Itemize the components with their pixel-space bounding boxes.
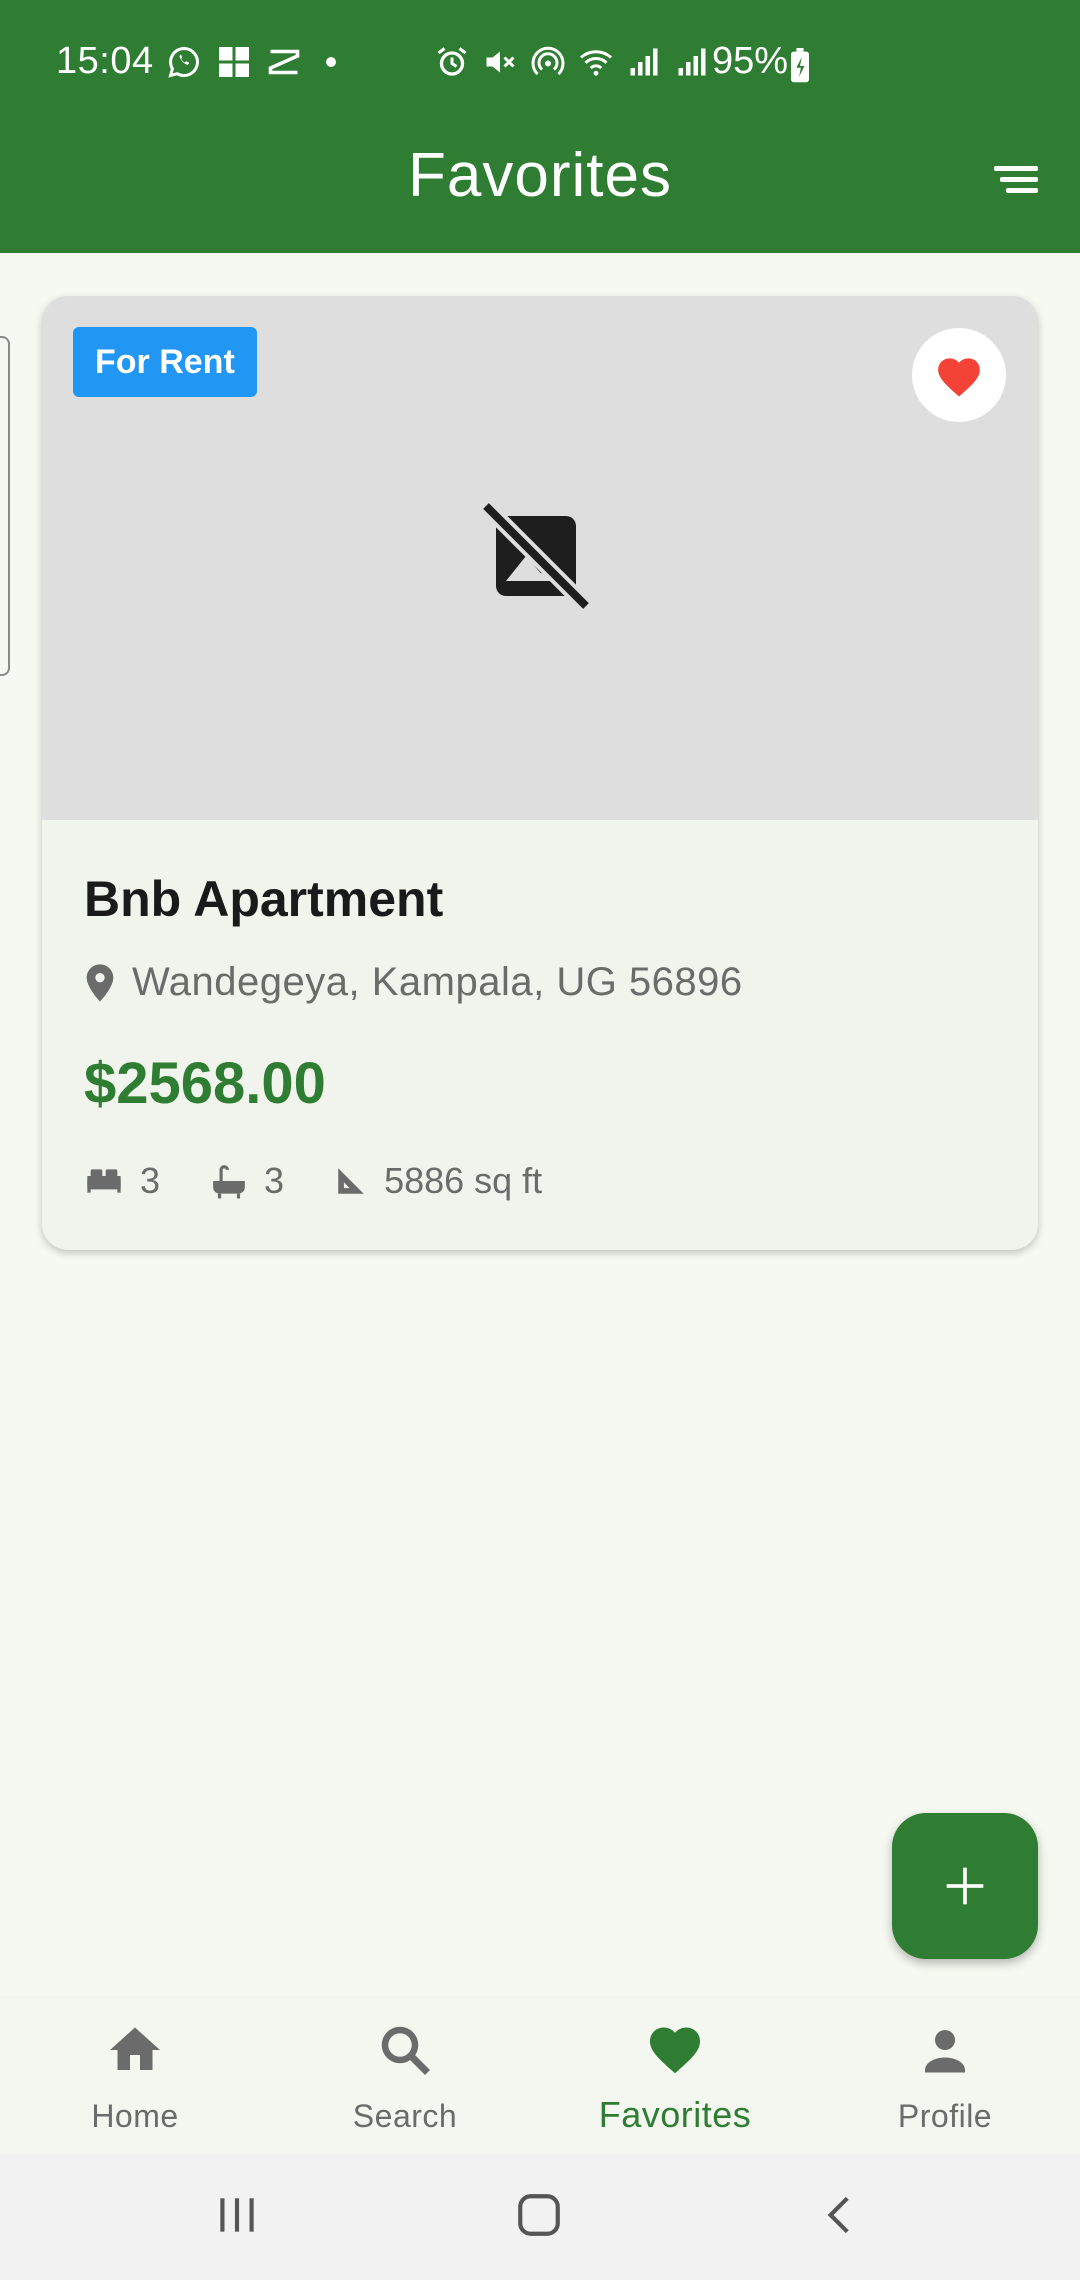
add-property-button[interactable] bbox=[892, 1813, 1038, 1959]
battery-percentage: 95% bbox=[712, 40, 789, 82]
mute-icon bbox=[486, 51, 515, 73]
heart-icon bbox=[938, 358, 980, 397]
nav-home-label: Home bbox=[91, 2098, 179, 2134]
property-image: For Rent bbox=[42, 296, 1038, 820]
bathtub-icon bbox=[213, 1165, 245, 1199]
alarm-icon bbox=[437, 47, 467, 76]
battery-charging-icon bbox=[791, 48, 809, 83]
person-icon bbox=[925, 2030, 965, 2073]
hotspot-icon bbox=[531, 46, 565, 76]
property-location: Wandegeya, Kampala, UG 56896 bbox=[84, 960, 743, 1005]
property-title: Bnb Apartment bbox=[84, 871, 444, 927]
nav-home[interactable]: Home bbox=[0, 1998, 270, 2154]
nav-favorites[interactable]: Favorites bbox=[540, 1998, 810, 2154]
app-header: 15:04 95% Favorites bbox=[0, 0, 1080, 253]
property-features: 3 3 5886 sq ft bbox=[84, 1160, 592, 1202]
property-details: Bnb Apartment Wandegeya, Kampala, UG 568… bbox=[42, 820, 1038, 1250]
location-text: Wandegeya, Kampala, UG 56896 bbox=[132, 960, 743, 1004]
home-icon bbox=[110, 2027, 160, 2070]
beds-count: 3 bbox=[140, 1160, 161, 1201]
nav-search-label: Search bbox=[352, 2098, 458, 2134]
baths-count: 3 bbox=[264, 1160, 285, 1201]
baths-feature: 3 bbox=[210, 1160, 284, 1202]
beds-feature: 3 bbox=[84, 1160, 160, 1202]
status-bar: 15:04 95% bbox=[0, 0, 1080, 128]
capcut-icon bbox=[268, 49, 300, 75]
adjacent-card-edge bbox=[0, 336, 10, 676]
bottom-navigation: Home Search Favorites Profile bbox=[0, 1998, 1080, 2154]
home-circle-icon[interactable] bbox=[514, 2190, 564, 2240]
area-feature: 5886 sq ft bbox=[334, 1160, 542, 1202]
app-grid-icon bbox=[219, 47, 249, 77]
sort-menu-icon[interactable] bbox=[990, 160, 1042, 200]
ruler-square-icon bbox=[338, 1168, 364, 1194]
location-pin-icon bbox=[86, 963, 114, 1002]
signal-icon bbox=[630, 48, 658, 76]
area-value: 5886 sq ft bbox=[384, 1160, 543, 1201]
signal-icon bbox=[678, 48, 706, 76]
back-icon[interactable] bbox=[816, 2190, 866, 2240]
nav-profile-label: Profile bbox=[897, 2098, 993, 2134]
listing-type-badge: For Rent bbox=[73, 327, 257, 397]
heart-icon bbox=[650, 2027, 700, 2074]
property-price: $2568.00 bbox=[84, 1051, 326, 1116]
no-image-icon bbox=[480, 500, 592, 612]
nav-search[interactable]: Search bbox=[270, 1998, 540, 2154]
wifi-icon bbox=[580, 50, 612, 76]
bed-icon bbox=[87, 1169, 121, 1193]
nav-favorites-label: Favorites bbox=[598, 2094, 752, 2135]
favorite-button[interactable] bbox=[912, 328, 1006, 422]
plus-icon bbox=[946, 1867, 984, 1905]
nav-profile[interactable]: Profile bbox=[810, 1998, 1080, 2154]
status-time: 15:04 bbox=[56, 40, 154, 82]
recents-icon[interactable] bbox=[212, 2190, 262, 2240]
system-navigation-bar bbox=[0, 2154, 1080, 2280]
search-icon bbox=[381, 2026, 430, 2075]
page-title: Favorites bbox=[408, 141, 672, 210]
whatsapp-icon bbox=[168, 46, 199, 78]
property-card[interactable]: For Rent Bnb Apartment Wandegeya, Kampal… bbox=[42, 296, 1038, 1250]
notification-dot bbox=[326, 57, 336, 67]
